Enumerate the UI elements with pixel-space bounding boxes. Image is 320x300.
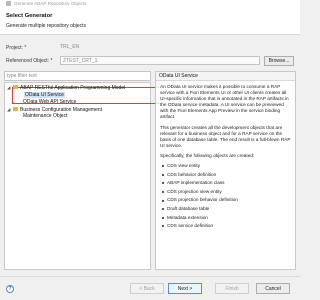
list-item: CDS service definition (160, 223, 291, 229)
list-item: CDS behavior definition (160, 172, 291, 178)
tree-item-rap[interactable]: ◢ ABAP RESTful Application Programming Mo… (7, 84, 125, 91)
description-panel: OData UI Service An OData UI service mak… (155, 71, 296, 270)
list-item: CDS projection view entity (160, 189, 291, 195)
generator-tree[interactable]: ◢ ABAP RESTful Application Programming Mo… (4, 82, 156, 270)
referenced-object-label: Referenced Object: * (6, 58, 53, 64)
window-title: Generate ABAP Repository Objects (14, 1, 87, 6)
tree-item-odata-web-api-service[interactable]: OData Web API Service (23, 99, 76, 106)
back-button[interactable]: < Back (130, 283, 164, 294)
tree-item-odata-ui-service[interactable]: OData UI Service (23, 90, 66, 99)
tree-item-label: Maintenance Object (23, 113, 68, 119)
list-item: CDS view entity (160, 163, 291, 169)
page-subtitle: Generate multiple repository objects (6, 23, 87, 29)
project-field: TRL_EN (60, 44, 80, 50)
list-item: ABAP implementation class (160, 180, 291, 186)
folder-icon (13, 85, 18, 90)
folder-icon (13, 107, 18, 112)
finish-button[interactable]: Finish (215, 283, 249, 294)
object-list: CDS view entity CDS behavior definition … (160, 163, 291, 229)
tree-item-label: OData Web API Service (23, 98, 77, 105)
next-button[interactable]: Next > (168, 283, 202, 294)
tree-item-maintenance-object[interactable]: Maintenance Object (23, 113, 67, 120)
list-item: CDS projection behavior definition (160, 197, 291, 203)
description-title: OData UI Service (156, 72, 295, 81)
description-paragraph: Specifically, the following objects are … (160, 152, 255, 158)
tree-item-business-config[interactable]: ◢ Business Configuration Management (7, 106, 102, 113)
description-paragraph: An OData UI service makes it possible to… (160, 84, 289, 120)
page-title: Select Generator (6, 13, 53, 19)
app-icon (6, 0, 11, 6)
project-label: Project: * (6, 45, 27, 51)
browse-button[interactable]: Browse... (264, 56, 294, 66)
filter-input[interactable]: type filter text (4, 71, 151, 81)
button-bar: ? < Back Next > Finish Cancel (0, 276, 300, 300)
help-icon[interactable]: ? (6, 285, 14, 293)
cancel-button[interactable]: Cancel (256, 283, 290, 294)
referenced-object-field[interactable]: ZTEST_CRT_1 (60, 56, 260, 65)
list-item: Metadata extension (160, 215, 291, 221)
wizard-header: Select Generator Generate multiple repos… (0, 8, 300, 35)
list-item: Draft database table (160, 206, 291, 212)
tree-item-label: OData UI Service (23, 90, 66, 99)
window-titlebar: Generate ABAP Repository Objects (0, 0, 300, 8)
description-body: An OData UI service makes it possible to… (156, 81, 295, 229)
description-paragraph: This generator creates all the developme… (160, 124, 291, 148)
